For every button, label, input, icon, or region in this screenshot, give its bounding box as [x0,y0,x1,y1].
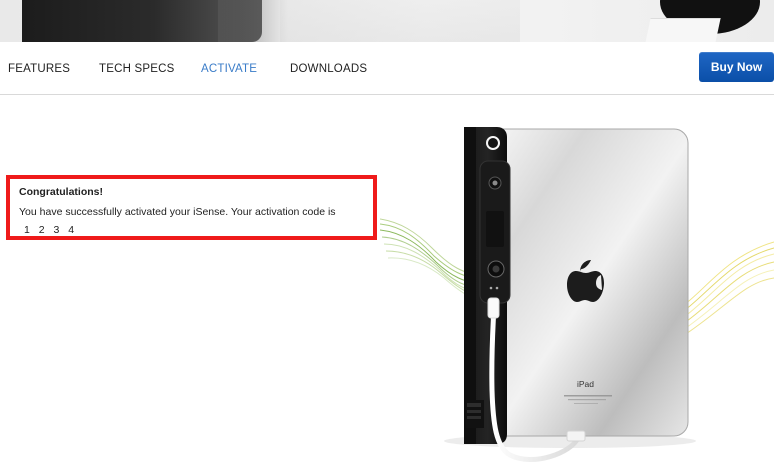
nav-features[interactable]: FEATURES [8,63,70,75]
page: FEATURES TECH SPECS ACTIVATE DOWNLOADS B… [0,0,774,475]
yellow-wave-graphic [679,241,774,339]
activation-success-box: Congratulations! You have successfully a… [6,175,377,240]
top-navigation: FEATURES TECH SPECS ACTIVATE DOWNLOADS B… [0,42,774,95]
hero-shadow [280,0,520,42]
activation-title: Congratulations! [19,186,103,198]
nav-activate[interactable]: ACTIVATE [201,63,257,75]
device-label: iPad [577,379,594,389]
buy-now-button[interactable]: Buy Now [699,52,774,82]
nav-downloads[interactable]: DOWNLOADS [290,63,367,75]
activation-code: 1 2 3 4 [24,224,78,236]
product-visual: iPad [380,94,774,475]
isense-device-image: iPad [380,127,774,462]
hero-card [645,18,721,42]
activation-message: You have successfully activated your iSe… [19,206,336,218]
hero-dark-panel [22,0,288,42]
nav-tech-specs[interactable]: TECH SPECS [99,63,175,75]
hero-banner [0,0,774,42]
